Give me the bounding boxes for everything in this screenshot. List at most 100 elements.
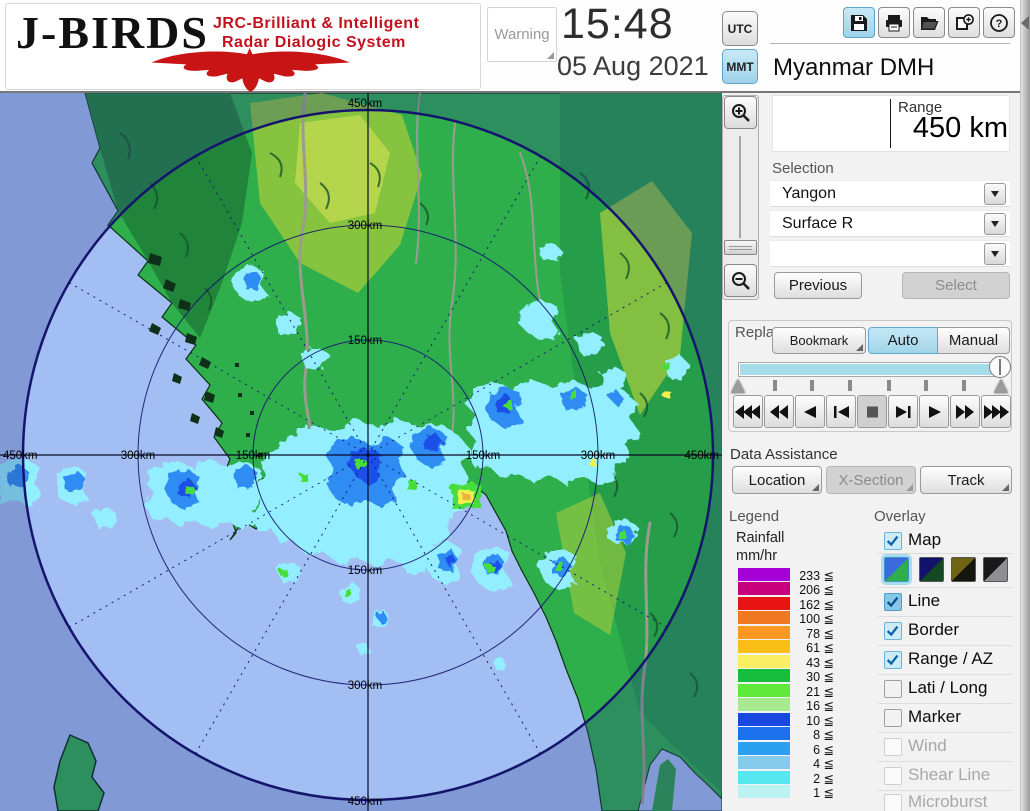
fast-rewind-triple-button[interactable] <box>733 395 763 428</box>
header-bar: J-BIRDS JRC-Brilliant & Intelligent Rada… <box>0 0 1020 93</box>
site-dropdown[interactable]: Yangon <box>770 180 1010 207</box>
zoom-slider-thumb[interactable] <box>724 240 757 255</box>
fast-rewind-button[interactable] <box>764 395 794 428</box>
overlay-item-lati-long[interactable]: Lati / Long <box>908 678 987 698</box>
map-style-black-gray[interactable] <box>983 557 1008 582</box>
legend-swatch <box>738 597 790 610</box>
legend-swatch <box>738 640 790 653</box>
clock-date: 05 Aug 2021 <box>557 51 709 81</box>
check-icon <box>886 625 899 637</box>
print-button[interactable] <box>878 7 910 38</box>
manual-button[interactable]: Manual <box>938 327 1010 354</box>
save-button[interactable] <box>843 7 875 38</box>
stop-button[interactable] <box>857 395 887 428</box>
line-checkbox[interactable] <box>884 593 902 611</box>
select-button[interactable]: Select <box>902 272 1010 299</box>
collapse-arrow-icon[interactable] <box>1021 16 1029 30</box>
range-az-checkbox[interactable] <box>884 651 902 669</box>
play-reverse-button[interactable] <box>795 395 825 428</box>
map-style-blue-green[interactable] <box>881 554 912 585</box>
radar-map[interactable]: 450km 300km 150km 150km 300km 450km 450k… <box>0 93 722 811</box>
track-button[interactable]: Track <box>920 466 1012 494</box>
legend-swatch <box>738 771 790 784</box>
chevron-down-icon <box>991 251 999 257</box>
play-button[interactable] <box>919 395 949 428</box>
previous-button[interactable]: Previous <box>774 272 862 299</box>
overlay-item-border[interactable]: Border <box>908 620 959 640</box>
legend-value: 6 ≦ <box>813 743 834 757</box>
application-window: 450km 300km 150km 150km 300km 450km 450k… <box>0 0 1030 811</box>
auto-button[interactable]: Auto <box>868 327 938 354</box>
map-checkbox[interactable] <box>884 532 902 550</box>
overlay-item-map[interactable]: Map <box>908 530 941 550</box>
overlay-item-marker[interactable]: Marker <box>908 707 961 727</box>
step-forward-button[interactable] <box>888 395 918 428</box>
legend-swatch <box>738 742 790 755</box>
utc-button[interactable]: UTC <box>722 11 758 46</box>
legend-swatch <box>738 626 790 639</box>
border-checkbox[interactable] <box>884 622 902 640</box>
bookmark-button[interactable]: Bookmark <box>772 327 866 354</box>
chevron-down-icon <box>991 191 999 197</box>
option-dropdown[interactable] <box>770 240 1010 267</box>
dropdown-arrow-button[interactable] <box>984 213 1006 235</box>
overlay-item-line[interactable]: Line <box>908 591 940 611</box>
svg-text:300km: 300km <box>581 450 616 462</box>
data-assistance-label: Data Assistance <box>730 446 838 463</box>
fast-forward-button[interactable] <box>950 395 980 428</box>
legend-label: Legend <box>729 508 780 525</box>
step-backward-button[interactable] <box>826 395 856 428</box>
open-folder-button[interactable] <box>913 7 945 38</box>
fast-forward-triple-button[interactable] <box>981 395 1011 428</box>
svg-text:150km: 150km <box>348 335 383 347</box>
dropdown-arrow-button[interactable] <box>984 183 1006 205</box>
mmt-button[interactable]: MMT <box>722 49 758 84</box>
chevron-down-icon <box>991 221 999 227</box>
slider-end-marker[interactable] <box>994 379 1008 393</box>
legend-swatch <box>738 611 790 624</box>
divider <box>878 732 1012 733</box>
legend-swatch <box>738 756 790 769</box>
microburst-checkbox <box>884 794 902 811</box>
lati-long-checkbox[interactable] <box>884 680 902 698</box>
svg-text:?: ? <box>996 18 1003 30</box>
check-icon <box>886 535 899 547</box>
warning-label: Warning <box>494 26 550 43</box>
add-image-button[interactable] <box>948 7 980 38</box>
warning-button[interactable]: Warning <box>487 7 557 62</box>
print-icon <box>886 14 902 31</box>
map-style-navy-darkgreen[interactable] <box>919 557 944 582</box>
slider-tick <box>962 380 966 391</box>
legend-value: 1 ≦ <box>813 786 834 800</box>
legend-swatch <box>738 582 790 595</box>
help-button[interactable]: ? <box>983 7 1015 38</box>
map-style-olive-black[interactable] <box>951 557 976 582</box>
zoom-out-button[interactable] <box>724 264 757 297</box>
x-section-button[interactable]: X-Section <box>826 466 916 494</box>
replay-slider-handle[interactable] <box>989 356 1011 378</box>
dropdown-arrow-button[interactable] <box>984 243 1006 265</box>
slider-start-marker[interactable] <box>731 379 745 393</box>
location-button[interactable]: Location <box>732 466 822 494</box>
panel-splitter[interactable] <box>1020 0 1030 811</box>
step-backward-icon <box>834 405 849 418</box>
legend-value: 206 ≦ <box>799 583 834 597</box>
legend-unit-1: Rainfall <box>736 530 785 546</box>
corner-expand-icon <box>547 52 554 59</box>
step-forward-icon <box>896 405 911 418</box>
product-dropdown[interactable]: Surface R <box>770 210 1010 237</box>
overlay-item-range-az[interactable]: Range / AZ <box>908 649 993 669</box>
slider-tick <box>848 380 852 391</box>
zoom-in-button[interactable] <box>724 96 757 129</box>
zoom-slider-track[interactable] <box>739 136 741 238</box>
marker-checkbox[interactable] <box>884 709 902 727</box>
stop-icon <box>867 406 878 417</box>
divider <box>878 703 1012 704</box>
station-title: Myanmar DMH <box>773 54 935 81</box>
save-icon <box>851 14 867 31</box>
header-divider <box>770 43 1010 44</box>
legend-value: 78 ≦ <box>806 627 834 641</box>
product-dropdown-value: Surface R <box>782 214 854 232</box>
replay-slider-fill <box>740 364 992 375</box>
fast-forward-icon <box>956 404 974 419</box>
